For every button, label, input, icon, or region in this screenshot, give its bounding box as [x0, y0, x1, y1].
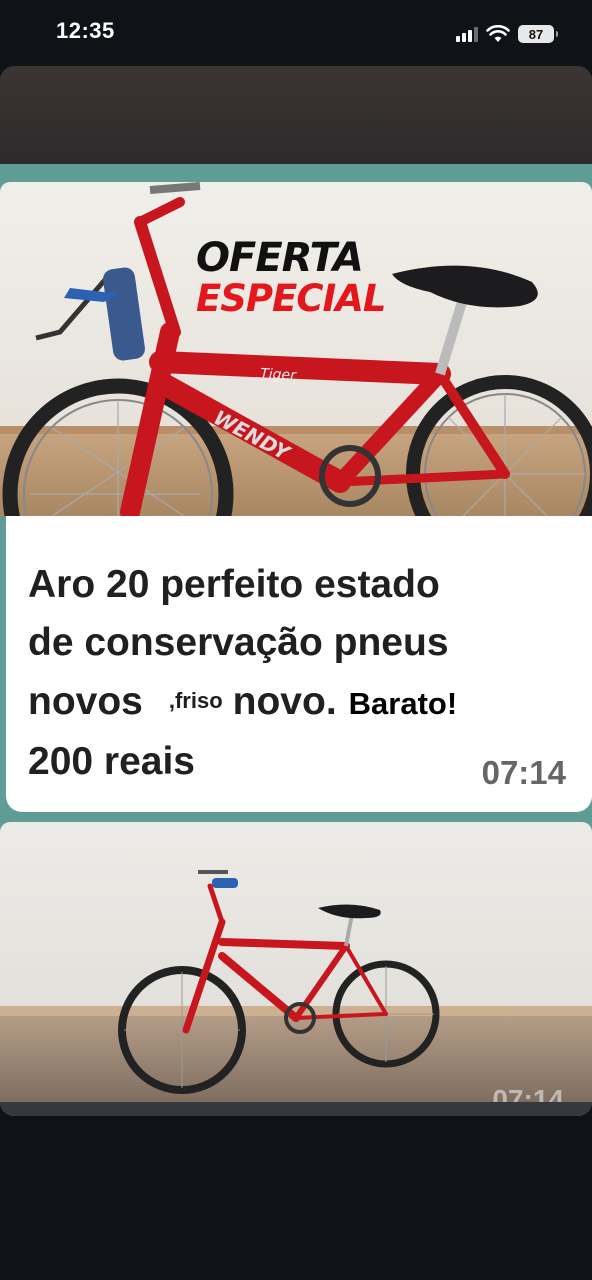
offer-badge: OFERTA ESPECIAL	[196, 238, 446, 317]
cellular-signal-icon	[456, 26, 478, 42]
second-photo-timestamp: 07:14	[492, 1084, 564, 1102]
status-bar: 12:35 87	[0, 0, 592, 64]
caption-line-1: Aro 20 perfeito estado	[28, 563, 440, 606]
bicycle-closeup-image: Tiger WENDY	[0, 182, 592, 516]
caption-barato: Barato!	[348, 686, 458, 721]
story-card[interactable]: Tiger WENDY OFERTA ESPECIAL Aro 20 perfe…	[0, 66, 592, 1116]
caption-novo: novo.	[232, 680, 337, 723]
message-caption-bubble[interactable]: Aro 20 perfeito estado de conservação pn…	[6, 516, 592, 812]
status-icons: 87	[456, 20, 558, 48]
svg-text:Tiger: Tiger	[260, 366, 298, 384]
caption-friso: ,friso	[168, 688, 223, 713]
caption-line-3: novos ,friso novo. Barato!	[28, 672, 568, 733]
caption-line-2: de conservação pneus	[28, 621, 449, 664]
bicycle-photo-full[interactable]: 07:14	[0, 822, 592, 1102]
message-timestamp: 07:14	[481, 754, 566, 791]
offer-subtitle: ESPECIAL	[196, 277, 386, 320]
bicycle-full-image	[0, 822, 592, 1102]
bicycle-photo-closeup[interactable]: Tiger WENDY OFERTA ESPECIAL	[0, 182, 592, 516]
card-header-area	[0, 66, 592, 164]
battery-icon: 87	[518, 25, 558, 43]
chat-bottom-bar	[0, 1102, 592, 1116]
offer-title: OFERTA	[196, 235, 364, 281]
status-time: 12:35	[56, 18, 115, 43]
wifi-icon	[486, 25, 510, 42]
caption-novos: novos	[28, 680, 143, 723]
